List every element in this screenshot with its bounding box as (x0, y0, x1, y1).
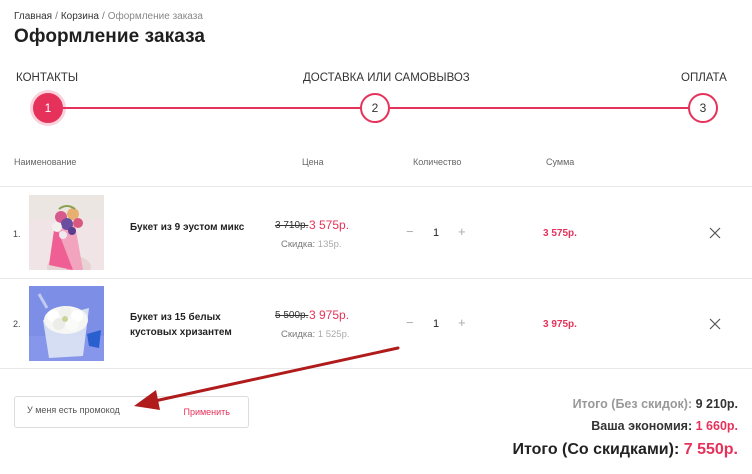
total-with-discount-value: 7 550р. (683, 441, 738, 458)
row-sum: 3 575р. (543, 228, 577, 239)
breadcrumb-current: Оформление заказа (107, 11, 203, 22)
step-payment-label[interactable]: ОПЛАТА (681, 72, 727, 84)
step-contacts-label[interactable]: КОНТАКТЫ (16, 72, 78, 84)
breadcrumb: Главная / Корзина / Оформление заказа (14, 11, 203, 22)
step-delivery-label[interactable]: ДОСТАВКА ИЛИ САМОВЫВОЗ (303, 72, 470, 84)
product-image[interactable] (29, 195, 104, 270)
total-without-discount-label: Итого (Без скидок): (572, 397, 693, 411)
close-icon[interactable] (708, 226, 722, 240)
total-with-discount: Итого (Со скидками): 7 550р. (512, 441, 738, 459)
annotation-arrow (134, 346, 400, 410)
step-1-circle[interactable]: 1 (33, 93, 63, 123)
row-number: 2. (13, 319, 21, 329)
breadcrumb-separator: / (101, 11, 105, 22)
row-sum: 3 975р. (543, 319, 577, 330)
column-header-sum: Сумма (546, 157, 575, 167)
quantity-increase-button[interactable]: + (458, 224, 466, 239)
column-header-name: Наименование (14, 157, 77, 167)
close-icon[interactable] (708, 317, 722, 331)
table-divider (0, 186, 752, 187)
product-name[interactable]: Букет из 15 белых кустовых хризантем (130, 310, 255, 340)
step-connector (62, 107, 362, 109)
savings: Ваша экономия: 1 660р. (591, 419, 738, 433)
discount-info: Скидка: 135р. (281, 239, 342, 250)
discount-value: 135р. (317, 239, 342, 250)
quantity-decrease-button[interactable]: − (406, 224, 414, 239)
breadcrumb-cart-link[interactable]: Корзина (61, 11, 99, 22)
column-header-quantity: Количество (413, 157, 462, 167)
step-2-circle[interactable]: 2 (360, 93, 390, 123)
discount-info: Скидка: 1 525р. (281, 329, 350, 340)
product-name[interactable]: Букет из 9 эустом микс (130, 220, 255, 235)
breadcrumb-home-link[interactable]: Главная (14, 11, 52, 22)
table-divider (0, 278, 752, 279)
total-without-discount-value: 9 210р. (695, 397, 738, 411)
quantity-value: 1 (433, 227, 440, 239)
row-number: 1. (13, 229, 21, 239)
quantity-increase-button[interactable]: + (458, 315, 466, 330)
page-title: Оформление заказа (14, 26, 206, 47)
step-connector (390, 107, 690, 109)
column-header-price: Цена (302, 157, 324, 167)
total-without-discount: Итого (Без скидок): 9 210р. (573, 397, 738, 411)
step-3-circle[interactable]: 3 (688, 93, 718, 123)
discount-label: Скидка: (281, 239, 316, 250)
quantity-value: 1 (433, 318, 440, 330)
savings-label: Ваша экономия: (591, 419, 693, 433)
old-price: 3 710р. (275, 220, 309, 231)
savings-value: 1 660р. (695, 419, 738, 433)
new-price: 3 975р. (309, 308, 350, 322)
old-price: 5 500р. (275, 310, 309, 321)
discount-value: 1 525р. (317, 329, 350, 340)
product-image[interactable] (29, 286, 104, 361)
discount-label: Скидка: (281, 329, 316, 340)
checkout-stepper: КОНТАКТЫ ДОСТАВКА ИЛИ САМОВЫВОЗ ОПЛАТА 1… (0, 70, 752, 126)
total-with-discount-label: Итого (Со скидками): (512, 441, 680, 458)
breadcrumb-separator: / (55, 11, 58, 22)
quantity-decrease-button[interactable]: − (406, 315, 414, 330)
new-price: 3 575р. (309, 218, 350, 232)
